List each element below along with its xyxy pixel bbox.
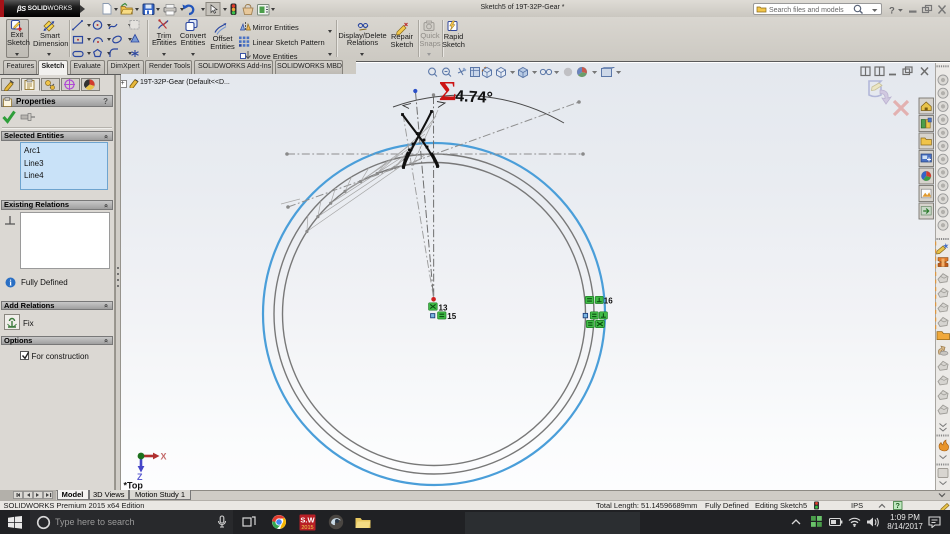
svg-text:*Top: *Top	[124, 481, 144, 491]
svg-text:16: 16	[604, 297, 613, 306]
svg-text:2015: 2015	[301, 525, 313, 531]
svg-text:15: 15	[447, 312, 456, 321]
svg-text:S.W: S.W	[300, 516, 315, 525]
svg-text:13: 13	[439, 303, 448, 312]
svg-text:4.74°: 4.74°	[455, 88, 493, 107]
svg-text:?: ?	[895, 501, 900, 510]
svg-text:X: X	[161, 452, 167, 462]
